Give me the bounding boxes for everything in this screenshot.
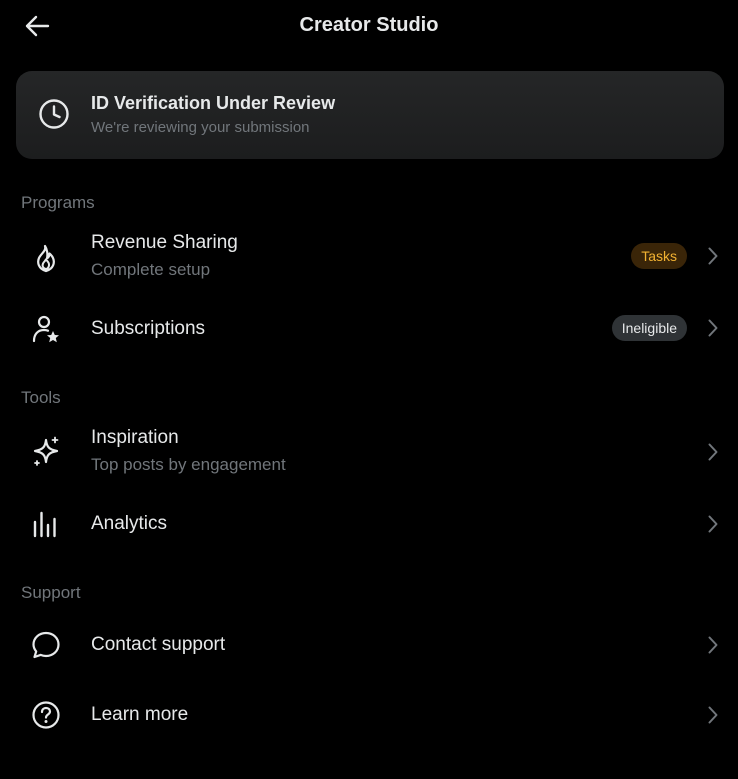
sparkle-icon	[30, 436, 62, 468]
ineligible-badge: Ineligible	[611, 315, 687, 341]
chevron-right-icon	[706, 635, 720, 655]
chevron-right-icon	[706, 705, 720, 725]
subscriptions-title: Subscriptions	[91, 318, 206, 339]
section-label-support: Support	[21, 583, 81, 602]
creator-studio-page: Creator Studio ID Verification Under Rev…	[0, 0, 738, 779]
header: Creator Studio	[0, 0, 738, 54]
flame-icon	[30, 243, 62, 275]
chat-bubble-icon	[30, 629, 62, 661]
contact-support-title: Contact support	[91, 634, 226, 655]
learn-more-title: Learn more	[91, 704, 189, 725]
chevron-right-icon	[706, 246, 720, 266]
section-label-programs: Programs	[21, 193, 95, 212]
person-star-icon	[30, 313, 62, 345]
analytics-title: Analytics	[91, 513, 168, 534]
page-title: Creator Studio	[299, 14, 439, 36]
inspiration-title: Inspiration	[91, 427, 179, 448]
tasks-badge: Tasks	[631, 243, 687, 269]
menu-item-inspiration[interactable]: Inspiration Top posts by engagement	[0, 417, 738, 489]
chevron-right-icon	[706, 318, 720, 338]
menu-item-contact-support[interactable]: Contact support	[0, 610, 738, 680]
id-verification-status-card[interactable]: ID Verification Under Review We're revie…	[16, 71, 724, 159]
menu-item-revenue-sharing[interactable]: Revenue Sharing Complete setup Tasks	[0, 222, 738, 294]
status-card-title: ID Verification Under Review	[91, 93, 336, 113]
chevron-right-icon	[706, 514, 720, 534]
menu-item-analytics[interactable]: Analytics	[0, 489, 738, 559]
revenue-sharing-subtitle: Complete setup	[91, 260, 211, 279]
bar-chart-icon	[30, 508, 62, 540]
status-card-subtitle: We're reviewing your submission	[91, 119, 310, 136]
clock-icon	[39, 99, 69, 129]
chevron-right-icon	[706, 442, 720, 462]
menu-item-learn-more[interactable]: Learn more	[0, 680, 738, 750]
inspiration-subtitle: Top posts by engagement	[91, 455, 286, 474]
section-label-tools: Tools	[21, 388, 61, 407]
question-circle-icon	[30, 699, 62, 731]
menu-item-subscriptions[interactable]: Subscriptions Ineligible	[0, 294, 738, 364]
revenue-sharing-title: Revenue Sharing	[91, 232, 238, 253]
